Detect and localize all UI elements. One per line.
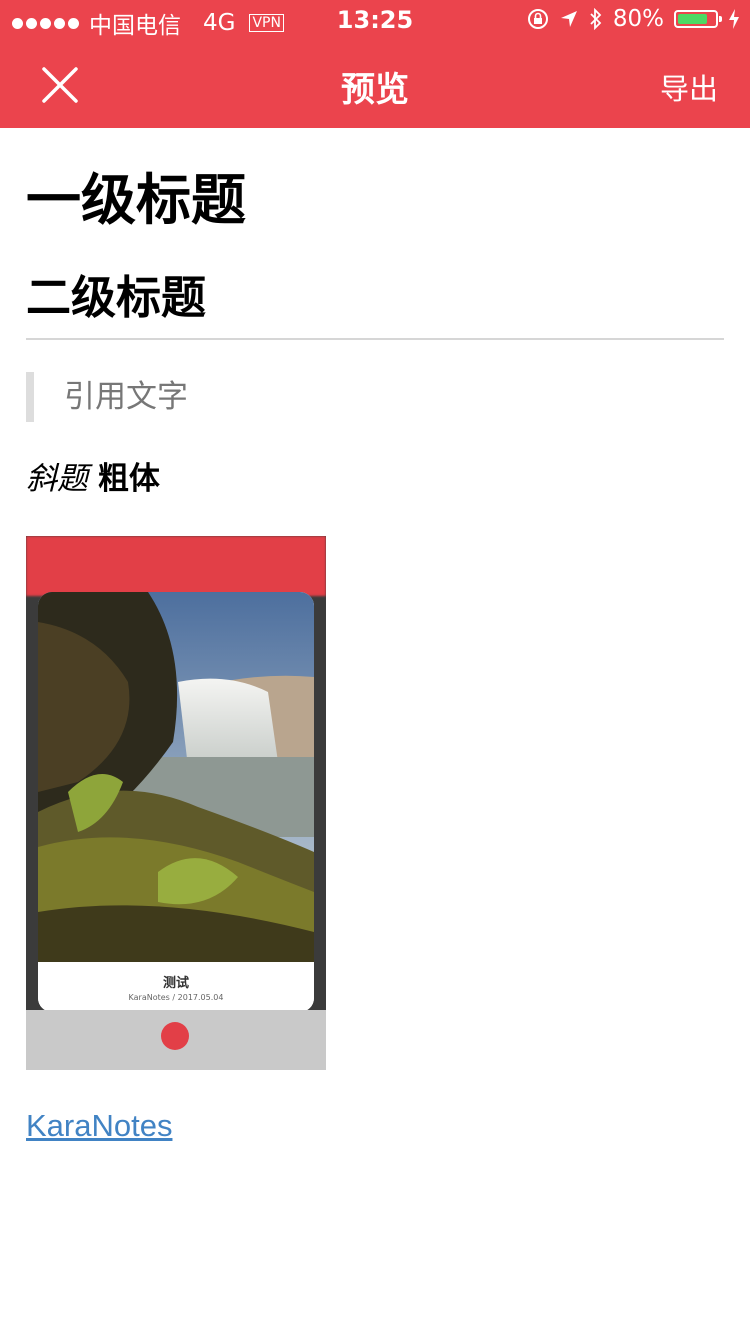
- image-top-bar: [26, 536, 326, 596]
- battery-percent: 80%: [612, 6, 664, 32]
- page-title: 预览: [341, 70, 409, 110]
- battery-level: [678, 14, 707, 24]
- location-icon: [560, 11, 577, 27]
- blockquote: 引用文字: [26, 372, 188, 422]
- image-caption-title: 测试: [162, 976, 189, 991]
- image-bottom-bar: [26, 1010, 326, 1070]
- navigation-bar: 预览 导出: [0, 40, 750, 128]
- image-caption-subtitle: KaraNotes / 2017.05.04: [128, 993, 224, 1002]
- export-button[interactable]: 导出: [660, 66, 718, 108]
- embedded-image[interactable]: 测试 KaraNotes / 2017.05.04: [26, 536, 326, 1070]
- karanotes-link[interactable]: KaraNotes: [26, 1108, 172, 1144]
- image-card: 测试 KaraNotes / 2017.05.04: [38, 592, 314, 1012]
- image-bottom-dot: [161, 1022, 189, 1050]
- battery-icon: [674, 10, 722, 28]
- battery-cap: [719, 16, 722, 22]
- heading-divider: [26, 338, 724, 340]
- image-caption: 测试 KaraNotes / 2017.05.04: [38, 962, 314, 1012]
- charging-icon: [729, 9, 739, 29]
- bold-text: 粗体: [97, 461, 160, 497]
- orientation-lock-icon: [527, 9, 548, 29]
- heading-level-1: 一级标题: [26, 168, 247, 232]
- formatted-text-line: 斜题 粗体: [26, 458, 160, 500]
- waterfall-photo: [38, 592, 314, 962]
- status-bar: 中国电信 4G VPN 13:25 80%: [0, 0, 750, 40]
- heading-level-2: 二级标题: [26, 271, 207, 324]
- top-bar: 中国电信 4G VPN 13:25 80% 预览 导出: [0, 0, 750, 128]
- status-right: 80%: [527, 6, 740, 32]
- italic-text: 斜题: [26, 461, 88, 497]
- bluetooth-icon: [590, 8, 602, 30]
